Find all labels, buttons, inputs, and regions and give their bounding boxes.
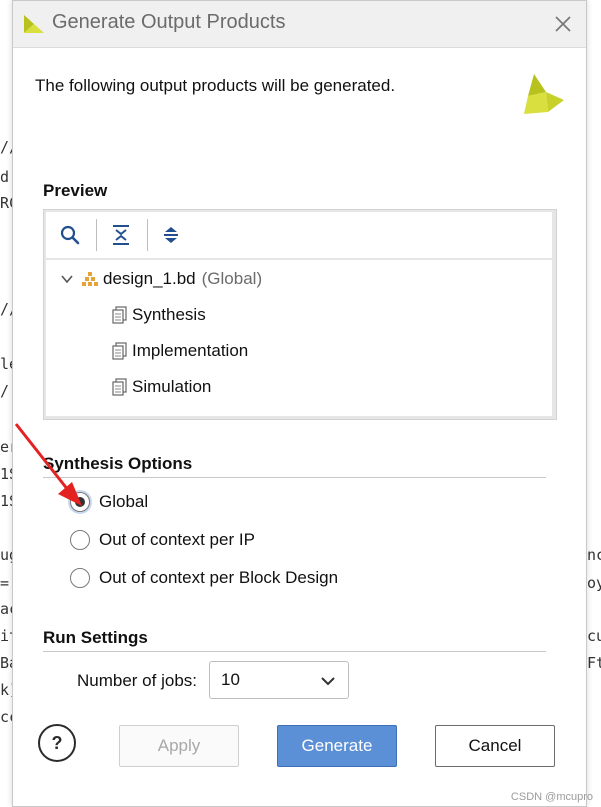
radio-label: Global (99, 492, 149, 511)
help-button[interactable]: ? (38, 724, 76, 762)
chevron-down-icon[interactable] (60, 272, 74, 286)
tree-node-simulation[interactable]: Simulation (112, 374, 211, 400)
radio-option-ooc-per-block-design[interactable]: Out of context per Block Design (70, 563, 338, 593)
radio-button[interactable] (70, 568, 90, 588)
tree-node-label: Simulation (132, 377, 212, 396)
section-divider (43, 651, 546, 652)
preview-tree: design_1.bd (Global) Synthesis Implement… (46, 260, 552, 416)
tree-node-label: Synthesis (132, 305, 206, 324)
collapse-all-icon (113, 225, 129, 245)
dialog-description: The following output products will be ge… (35, 76, 396, 95)
synthesis-options-section-label: Synthesis Options (43, 454, 193, 473)
tree-node-label: design_1.bd (103, 269, 196, 288)
block-design-icon (82, 272, 98, 286)
code-fragment: / (0, 382, 10, 400)
jobs-label: Number of jobs: (77, 671, 197, 690)
radio-button[interactable] (70, 530, 90, 550)
tree-node-suffix: (Global) (201, 269, 263, 288)
vivado-logo-icon (24, 15, 44, 33)
radio-button[interactable] (70, 492, 90, 512)
jobs-select[interactable]: 10 (209, 661, 349, 699)
close-icon (555, 16, 571, 32)
search-button[interactable] (55, 220, 85, 250)
preview-panel: design_1.bd (Global) Synthesis Implement… (43, 209, 557, 420)
search-icon (60, 225, 80, 245)
radio-label: Out of context per Block Design (99, 568, 339, 587)
collapse-all-button[interactable] (106, 220, 136, 250)
preview-toolbar (46, 212, 552, 258)
expand-all-icon (164, 227, 178, 243)
preview-section-label: Preview (43, 181, 108, 200)
section-divider (43, 477, 546, 478)
expand-all-button[interactable] (156, 220, 186, 250)
jobs-select-value: 10 (221, 670, 240, 689)
generate-button[interactable]: Generate (277, 725, 397, 767)
document-icon (112, 342, 127, 360)
document-icon (112, 378, 127, 396)
code-fragment: oy (587, 574, 601, 592)
code-fragment: d (0, 168, 10, 186)
toolbar-divider (147, 219, 148, 251)
watermark: CSDN @mcupro (510, 791, 593, 803)
close-button[interactable] (548, 9, 578, 39)
apply-button[interactable]: Apply (119, 725, 239, 767)
code-fragment: = (0, 574, 10, 592)
generate-output-products-dialog: Generate Output Products The following o… (12, 0, 587, 807)
vivado-logo-icon (524, 74, 564, 114)
tree-node-label: Implementation (132, 341, 249, 360)
radio-option-ooc-per-ip[interactable]: Out of context per IP (70, 525, 255, 555)
toolbar-divider (96, 219, 97, 251)
radio-label: Out of context per IP (99, 530, 255, 549)
code-fragment: Ft (587, 654, 601, 672)
run-settings-section-label: Run Settings (43, 628, 148, 647)
chevron-down-icon (321, 677, 335, 686)
title-bar[interactable]: Generate Output Products (13, 1, 586, 48)
dialog-title: Generate Output Products (52, 11, 286, 33)
code-fragment: nc (587, 546, 601, 564)
radio-option-global[interactable]: Global (70, 487, 148, 517)
tree-node-synthesis[interactable]: Synthesis (112, 302, 206, 328)
cancel-button[interactable]: Cancel (435, 725, 555, 767)
tree-node-implementation[interactable]: Implementation (112, 338, 248, 364)
document-icon (112, 306, 127, 324)
code-fragment: cu (587, 627, 601, 645)
tree-node-design[interactable]: design_1.bd (Global) (60, 266, 262, 292)
